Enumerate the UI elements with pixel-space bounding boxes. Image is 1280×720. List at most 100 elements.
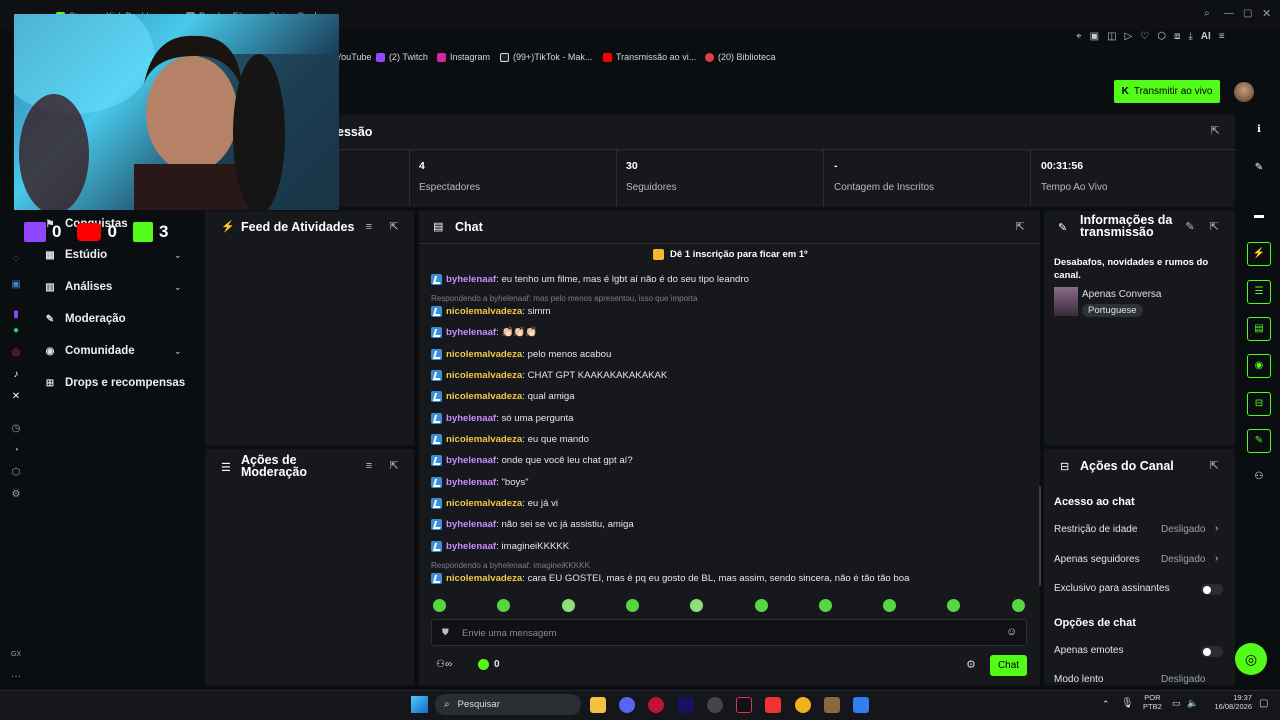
heart-icon[interactable]: ♡ bbox=[1140, 31, 1149, 47]
extensions-icon[interactable]: ⬡ bbox=[9, 466, 23, 480]
emote-icon[interactable] bbox=[497, 599, 510, 612]
messenger-icon[interactable]: ◌ bbox=[9, 252, 23, 266]
chat-message[interactable]: byhelenaaf: não sei se vc já assistiu, a… bbox=[431, 519, 634, 530]
game-icon[interactable] bbox=[824, 697, 840, 713]
filter-icon[interactable]: ≡ bbox=[363, 221, 375, 233]
search-icon[interactable]: ⌕ bbox=[1204, 8, 1210, 19]
settings-icon[interactable]: ⚙ bbox=[9, 488, 23, 502]
file-explorer-icon[interactable] bbox=[590, 697, 606, 713]
pinned-goal[interactable]: Dê 1 inscrição para ficar em 1º bbox=[653, 249, 808, 260]
chevron-down-icon[interactable]: ⌄ bbox=[174, 282, 182, 293]
bookmark-youtube[interactable]: YouTube bbox=[336, 52, 371, 62]
chat-message[interactable]: byhelenaaf: 👏🏻👏🏻👏🏻 bbox=[431, 327, 537, 338]
screenshot-icon[interactable]: ▣ bbox=[1090, 31, 1099, 47]
chevron-down-icon[interactable]: ⌄ bbox=[174, 250, 182, 261]
chat-message[interactable]: nicolemalvadeza: eu que mando bbox=[431, 434, 589, 445]
chevron-up-icon[interactable]: ⌃ bbox=[1102, 699, 1110, 710]
discord-icon[interactable] bbox=[619, 697, 635, 713]
emote-icon[interactable] bbox=[562, 599, 575, 612]
chat-message[interactable]: byhelenaaf: onde que você leu chat gpt a… bbox=[431, 455, 633, 466]
chat-input[interactable]: ⛊ Envie uma mensagem ☺ bbox=[431, 619, 1027, 646]
chat-message[interactable]: byhelenaaf: imagineiKKKKK bbox=[431, 541, 569, 552]
volume-icon[interactable]: 🔈 bbox=[1187, 698, 1198, 709]
wrench-icon[interactable]: ✎ bbox=[1247, 429, 1271, 453]
emoji-icon[interactable]: ☺ bbox=[1006, 626, 1017, 638]
chevron-down-icon[interactable]: ⌄ bbox=[174, 346, 182, 357]
emote-icon[interactable] bbox=[947, 599, 960, 612]
subs-only-toggle[interactable] bbox=[1201, 584, 1223, 595]
stream-icon[interactable]: ▬ bbox=[1247, 205, 1271, 229]
age-restriction-value[interactable]: Desligado bbox=[1161, 524, 1205, 535]
bolt-icon[interactable]: ⚡ bbox=[1247, 242, 1271, 266]
mic-icon[interactable]: 🎙 bbox=[1121, 698, 1134, 709]
bookmark-youtube-live[interactable]: Transmissão ao vi... bbox=[603, 52, 696, 62]
instagram-icon[interactable]: ◎ bbox=[9, 346, 23, 360]
bookmark-library[interactable]: (20) Biblioteca bbox=[705, 52, 776, 62]
gx-icon[interactable]: GX bbox=[9, 648, 23, 662]
app-icon[interactable] bbox=[853, 697, 869, 713]
chat-message[interactable]: nicolemalvadeza: eu já vi bbox=[431, 498, 558, 509]
chat-message[interactable]: byhelenaaf: eu tenho um filme, mas é lgb… bbox=[431, 274, 749, 285]
chat-message[interactable]: nicolemalvadeza: CHAT GPT KAAKAKAKAKAKAK bbox=[431, 370, 667, 381]
chat-message[interactable]: nicolemalvadeza: qual amiga bbox=[431, 391, 575, 402]
opera-gx-icon[interactable] bbox=[648, 697, 664, 713]
emote-icon[interactable] bbox=[433, 599, 446, 612]
minimize-icon[interactable]: — bbox=[1224, 8, 1234, 19]
chat-message[interactable]: byhelenaaf: só uma pergunta bbox=[431, 413, 573, 424]
popout-icon[interactable]: ⇱ bbox=[388, 460, 400, 472]
more-icon[interactable]: ··· bbox=[9, 670, 23, 684]
history-icon[interactable]: ◔ bbox=[9, 444, 23, 458]
category-name[interactable]: Apenas Conversa bbox=[1082, 289, 1162, 300]
info-icon[interactable]: ℹ bbox=[1247, 119, 1271, 143]
sidebar-item-analises[interactable]: ▥ Análises bbox=[44, 278, 112, 296]
list-icon[interactable]: ☰ bbox=[1247, 280, 1271, 304]
emote-icon[interactable] bbox=[755, 599, 768, 612]
app-icon[interactable] bbox=[765, 697, 781, 713]
bookmark-twitch[interactable]: (2) Twitch bbox=[376, 52, 428, 62]
bookmark-tiktok[interactable]: (99+)TikTok - Mak... bbox=[500, 52, 592, 62]
extensions-icon[interactable]: ⬡ bbox=[1157, 31, 1166, 47]
emotes-only-toggle[interactable] bbox=[1201, 646, 1223, 657]
clock[interactable]: 19:37 16/08/2026 bbox=[1204, 693, 1252, 711]
x-icon[interactable]: ✕ bbox=[9, 390, 23, 404]
notification-icon[interactable]: ▢ bbox=[1259, 698, 1268, 709]
windows-start-icon[interactable] bbox=[411, 696, 428, 713]
chat-message[interactable]: nicolemalvadeza: cara EU GOSTEI, mas é p… bbox=[431, 573, 909, 584]
go-live-button[interactable]: K Transmitir ao vivo bbox=[1114, 80, 1220, 103]
tiktok-icon[interactable]: ♪ bbox=[9, 368, 23, 382]
slider-icon[interactable]: ⊟ bbox=[1247, 392, 1271, 416]
chevron-right-icon[interactable]: › bbox=[1215, 553, 1218, 564]
network-icon[interactable]: ▭ bbox=[1172, 698, 1181, 709]
emote-icon[interactable] bbox=[626, 599, 639, 612]
slow-mode-row[interactable]: Modo lento Desligado bbox=[1043, 672, 1236, 686]
help-chat-icon[interactable]: ◎ bbox=[1235, 643, 1267, 675]
ai-button[interactable]: AI bbox=[1201, 31, 1211, 47]
close-icon[interactable]: ✕ bbox=[1262, 7, 1271, 20]
sidebar-item-moderacao[interactable]: ✎ Moderação bbox=[44, 310, 126, 328]
chat-message[interactable]: nicolemalvadeza: simm bbox=[431, 306, 551, 317]
followers-only-value[interactable]: Desligado bbox=[1161, 554, 1205, 565]
sidebar-item-comunidade[interactable]: ◉ Comunidade bbox=[44, 342, 135, 360]
premiere-icon[interactable] bbox=[678, 697, 694, 713]
popout-icon[interactable]: ⇱ bbox=[1014, 221, 1026, 233]
emote-icon[interactable] bbox=[819, 599, 832, 612]
pin-icon[interactable]: ⌖ bbox=[1076, 31, 1082, 47]
scrollbar[interactable] bbox=[1039, 486, 1041, 586]
popout-icon[interactable]: ⇱ bbox=[1208, 460, 1220, 472]
taskbar-search[interactable]: ⌕ Pesquisar bbox=[435, 694, 581, 715]
menu-icon[interactable]: ≡ bbox=[1219, 31, 1225, 47]
box-icon[interactable]: ⧈ bbox=[1174, 31, 1180, 47]
sidebar-item-estudio[interactable]: ▦ Estúdio bbox=[44, 246, 107, 264]
emote-icon[interactable] bbox=[883, 599, 896, 612]
twitch-icon[interactable]: ▮ bbox=[9, 308, 23, 322]
broadcast-icon[interactable]: ◉ bbox=[1247, 354, 1271, 378]
maximize-icon[interactable]: ▢ bbox=[1243, 8, 1252, 19]
users-icon[interactable]: ⚇∞ bbox=[436, 659, 452, 670]
edit-icon[interactable]: ✎ bbox=[1184, 221, 1196, 233]
chevron-right-icon[interactable]: › bbox=[1215, 523, 1218, 534]
edit-icon[interactable]: ✎ bbox=[1247, 157, 1271, 181]
emote-icon[interactable] bbox=[690, 599, 703, 612]
avatar[interactable] bbox=[1234, 82, 1254, 102]
download-icon[interactable]: ⤓ bbox=[1188, 31, 1192, 47]
popout-icon[interactable]: ⇱ bbox=[1208, 221, 1220, 233]
